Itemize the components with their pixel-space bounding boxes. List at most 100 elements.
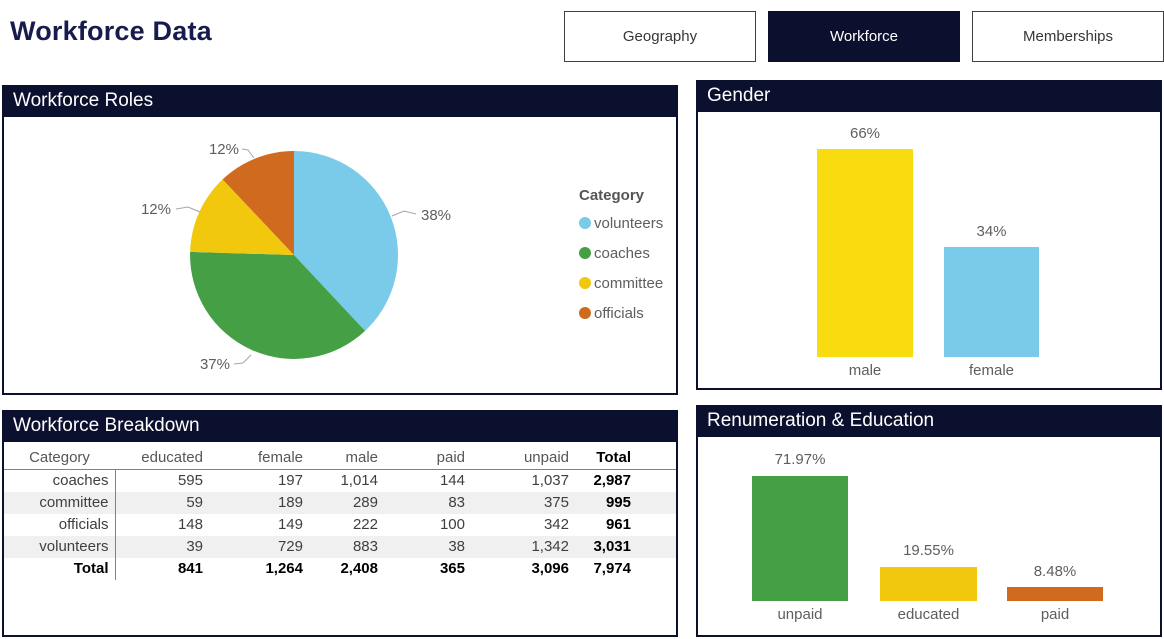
column-header-filler bbox=[637, 447, 676, 470]
cell-educated: 595 bbox=[115, 470, 209, 493]
table-row-officials[interactable]: officials 148 149 222 100 342 961 bbox=[4, 514, 676, 536]
bar-value-paid: 8.48% bbox=[1007, 563, 1103, 580]
pie-label-committee: 12% bbox=[141, 201, 171, 218]
cell-female: 189 bbox=[209, 492, 309, 514]
cell-filler bbox=[637, 492, 676, 514]
column-header-paid[interactable]: paid bbox=[384, 447, 471, 470]
cell-category: officials bbox=[4, 514, 115, 536]
panel-gender: Gender 66% 34% male female bbox=[696, 80, 1162, 390]
cell-filler bbox=[637, 536, 676, 558]
cell-female-total: 1,264 bbox=[209, 558, 309, 580]
bar-female[interactable] bbox=[944, 247, 1039, 357]
pie-label-officials: 12% bbox=[209, 141, 239, 158]
legend-item-officials[interactable]: officials bbox=[579, 303, 663, 333]
bar-paid[interactable] bbox=[1007, 587, 1103, 601]
column-header-educated[interactable]: educated bbox=[115, 447, 209, 470]
bar-educated[interactable] bbox=[880, 567, 977, 601]
cell-unpaid: 375 bbox=[471, 492, 575, 514]
cell-total: 961 bbox=[575, 514, 637, 536]
cell-paid: 38 bbox=[384, 536, 471, 558]
table-row-committee[interactable]: committee 59 189 289 83 375 995 bbox=[4, 492, 676, 514]
cell-female: 149 bbox=[209, 514, 309, 536]
table-row-volunteers[interactable]: volunteers 39 729 883 38 1,342 3,031 bbox=[4, 536, 676, 558]
legend-label-volunteers: volunteers bbox=[594, 215, 663, 232]
panel-title-workforce-roles: Workforce Roles bbox=[4, 87, 676, 117]
cell-male: 222 bbox=[309, 514, 384, 536]
leader-line-officials bbox=[242, 149, 254, 158]
bar-value-male: 66% bbox=[817, 125, 913, 142]
cell-educated: 148 bbox=[115, 514, 209, 536]
bar-category-unpaid: unpaid bbox=[752, 606, 848, 623]
tab-bar: Geography Workforce Memberships bbox=[564, 11, 1164, 62]
cell-educated-total: 841 bbox=[115, 558, 209, 580]
legend-title: Category bbox=[579, 187, 663, 204]
legend-dot-coaches bbox=[579, 247, 591, 259]
legend-label-committee: committee bbox=[594, 275, 663, 292]
cell-unpaid: 1,342 bbox=[471, 536, 575, 558]
column-header-female[interactable]: female bbox=[209, 447, 309, 470]
cell-grand-total: 7,974 bbox=[575, 558, 637, 580]
legend-dot-volunteers bbox=[579, 217, 591, 229]
cell-male: 289 bbox=[309, 492, 384, 514]
cell-educated: 59 bbox=[115, 492, 209, 514]
table-row-total: Total 841 1,264 2,408 365 3,096 7,974 bbox=[4, 558, 676, 580]
cell-paid: 83 bbox=[384, 492, 471, 514]
cell-filler bbox=[637, 514, 676, 536]
cell-category: volunteers bbox=[4, 536, 115, 558]
cell-unpaid: 342 bbox=[471, 514, 575, 536]
cell-paid: 100 bbox=[384, 514, 471, 536]
workforce-breakdown-table: Category educated female male paid unpai… bbox=[4, 447, 676, 580]
bar-category-female: female bbox=[944, 362, 1039, 379]
cell-category: coaches bbox=[4, 470, 115, 493]
cell-total: 995 bbox=[575, 492, 637, 514]
pie-legend: Category volunteers coaches committee of… bbox=[579, 187, 663, 333]
cell-male: 1,014 bbox=[309, 470, 384, 493]
cell-total: 2,987 bbox=[575, 470, 637, 493]
cell-category-total: Total bbox=[4, 558, 115, 580]
leader-line-committee bbox=[176, 207, 200, 212]
leader-line-volunteers bbox=[392, 211, 416, 216]
bar-value-unpaid: 71.97% bbox=[752, 451, 848, 468]
column-header-total[interactable]: Total bbox=[575, 447, 637, 470]
legend-item-committee[interactable]: committee bbox=[579, 273, 663, 303]
cell-filler bbox=[637, 470, 676, 493]
table-row-coaches[interactable]: coaches 595 197 1,014 144 1,037 2,987 bbox=[4, 470, 676, 493]
cell-total: 3,031 bbox=[575, 536, 637, 558]
panel-title-workforce-breakdown: Workforce Breakdown bbox=[4, 412, 676, 442]
bar-category-paid: paid bbox=[1007, 606, 1103, 623]
bar-value-female: 34% bbox=[944, 223, 1039, 240]
cell-female: 197 bbox=[209, 470, 309, 493]
legend-dot-committee bbox=[579, 277, 591, 289]
cell-filler bbox=[637, 558, 676, 580]
panel-workforce-roles: Workforce Roles 38% 37% 12% 12% Category… bbox=[2, 85, 678, 395]
tab-workforce[interactable]: Workforce bbox=[768, 11, 960, 62]
bar-unpaid[interactable] bbox=[752, 476, 848, 601]
panel-workforce-breakdown: Workforce Breakdown Category educated fe… bbox=[2, 410, 678, 637]
cell-paid-total: 365 bbox=[384, 558, 471, 580]
cell-educated: 39 bbox=[115, 536, 209, 558]
leader-line-coaches bbox=[234, 355, 251, 364]
panel-title-gender: Gender bbox=[698, 82, 1160, 112]
table-header-row: Category educated female male paid unpai… bbox=[4, 447, 676, 470]
cell-female: 729 bbox=[209, 536, 309, 558]
pie-label-volunteers: 38% bbox=[421, 207, 451, 224]
bar-male[interactable] bbox=[817, 149, 913, 357]
column-header-category[interactable]: Category bbox=[4, 447, 115, 470]
cell-unpaid-total: 3,096 bbox=[471, 558, 575, 580]
column-header-male[interactable]: male bbox=[309, 447, 384, 470]
panel-title-renumeration-education: Renumeration & Education bbox=[698, 407, 1160, 437]
legend-label-officials: officials bbox=[594, 305, 644, 322]
legend-item-volunteers[interactable]: volunteers bbox=[579, 213, 663, 243]
bar-value-educated: 19.55% bbox=[880, 542, 977, 559]
tab-memberships[interactable]: Memberships bbox=[972, 11, 1164, 62]
column-header-unpaid[interactable]: unpaid bbox=[471, 447, 575, 470]
panel-renumeration-education: Renumeration & Education 71.97% 19.55% 8… bbox=[696, 405, 1162, 637]
tab-geography[interactable]: Geography bbox=[564, 11, 756, 62]
cell-male: 883 bbox=[309, 536, 384, 558]
cell-unpaid: 1,037 bbox=[471, 470, 575, 493]
legend-item-coaches[interactable]: coaches bbox=[579, 243, 663, 273]
bar-category-male: male bbox=[817, 362, 913, 379]
cell-category: committee bbox=[4, 492, 115, 514]
pie-label-coaches: 37% bbox=[200, 356, 230, 373]
cell-paid: 144 bbox=[384, 470, 471, 493]
